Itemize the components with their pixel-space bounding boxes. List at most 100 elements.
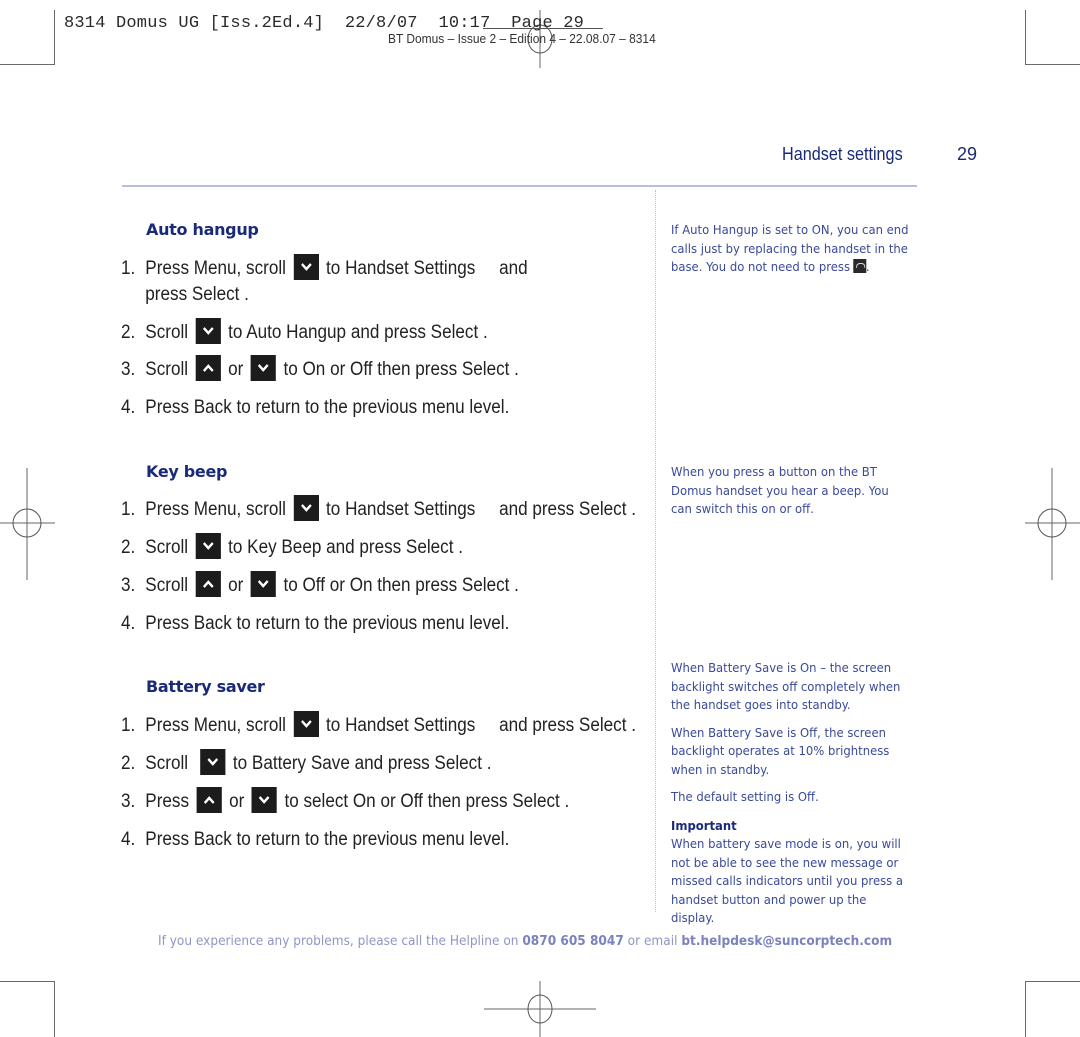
note-text: When Battery Save is Off, the screen bac…	[671, 724, 890, 777]
important-label: Important	[671, 817, 737, 833]
step-1: 1. Press Menu, scroll to Handset Settings…	[121, 711, 636, 739]
scroll-down-key-icon	[293, 495, 319, 521]
step-number: 4.	[121, 613, 136, 634]
step-4: 4. Press Back to return to the previous m…	[121, 827, 509, 853]
page-number: 29	[957, 144, 978, 164]
scroll-up-key-icon	[196, 787, 222, 813]
step-text: to On or Off then press Select .	[283, 359, 519, 381]
step-2: 2. Scroll to Auto Hangup and press Select…	[121, 318, 488, 346]
crop-mark	[54, 981, 55, 1037]
scroll-down-key-icon	[200, 749, 226, 775]
note-text: When Battery Save is On – the screen bac…	[671, 660, 901, 712]
crop-mark	[1025, 981, 1026, 1037]
column-divider	[655, 190, 656, 912]
step-3: 3. Scroll or to On or Off then press Sele…	[121, 355, 519, 383]
crop-mark	[0, 981, 55, 982]
step-text: and press Select .	[499, 499, 636, 521]
step-text: to Battery Save and press Select .	[232, 753, 492, 775]
step-text: to select On or Off then press Select .	[284, 791, 570, 813]
step-text: Press Menu, scroll	[145, 258, 286, 280]
running-section-title: Handset settings	[782, 144, 903, 164]
step-number: 3.	[121, 359, 136, 381]
note-text: If Auto Hangup is set to ON, you can end…	[671, 222, 909, 274]
step-text: or	[228, 575, 244, 597]
step-text: press Select .	[145, 284, 249, 306]
helpdesk-email-link[interactable]: bt.helpdesk@suncorptech.com	[681, 933, 892, 949]
footer-text: If you experience any problems, please c…	[158, 933, 523, 949]
step-number: 2.	[121, 322, 136, 344]
step-1: 1. Press Menu, scroll to Handset Settings…	[121, 495, 636, 523]
step-text: Scroll	[145, 359, 189, 381]
step-text: and	[499, 258, 528, 280]
scroll-down-key-icon	[250, 571, 277, 597]
end-call-key-icon	[852, 259, 866, 273]
step-number: 4.	[121, 829, 136, 850]
scroll-down-key-icon	[251, 787, 277, 813]
step-text: Press Menu, scroll	[145, 715, 286, 737]
step-1: 1. Press Menu, scroll to Handset Settings…	[121, 254, 528, 308]
step-text: Scroll	[145, 322, 189, 344]
print-slug-edition: BT Domus – Issue 2 – Edition 4 – 22.08.0…	[388, 31, 656, 46]
step-text: Press Menu, scroll	[145, 499, 286, 521]
step-4: 4. Press Back to return to the previous m…	[121, 611, 509, 637]
step-2: 2. Scroll to Battery Save and press Selec…	[121, 749, 492, 777]
step-number: 1.	[121, 499, 136, 521]
scroll-down-key-icon	[293, 711, 319, 737]
crop-mark	[54, 10, 55, 65]
note-text: When you press a button on the BT Domus …	[671, 464, 889, 516]
scroll-down-key-icon	[293, 254, 319, 280]
step-text: to Handset Settings	[326, 499, 476, 521]
step-text: to Key Beep and press Select .	[228, 537, 463, 559]
crop-mark	[1025, 981, 1080, 982]
side-note-battery-saver: When Battery Save is On – the screen bac…	[671, 659, 913, 928]
step-3: 3. Press or to select On or Off then pres…	[121, 787, 570, 815]
step-text: Press Back to return to the previous men…	[145, 829, 510, 850]
side-note-auto-hangup: If Auto Hangup is set to ON, you can end…	[671, 221, 913, 286]
scroll-down-key-icon	[250, 355, 277, 381]
step-4: 4. Press Back to return to the previous m…	[121, 395, 509, 421]
step-text: Scroll	[145, 753, 189, 775]
registration-mark-right	[1025, 468, 1080, 580]
step-number: 3.	[121, 791, 136, 813]
step-text: and press Select .	[499, 715, 636, 737]
step-text: Scroll	[145, 575, 189, 597]
crop-mark	[1025, 64, 1080, 65]
step-text: or	[229, 791, 245, 813]
side-note-key-beep: When you press a button on the BT Domus …	[671, 463, 913, 528]
slug-rule	[483, 28, 603, 29]
step-number: 2.	[121, 753, 136, 775]
section-heading-battery-saver: Battery saver	[146, 677, 265, 696]
step-text: Press Back to return to the previous men…	[145, 397, 510, 418]
step-text: to Auto Hangup and press Select .	[228, 322, 488, 344]
step-text: to Handset Settings	[326, 715, 476, 737]
crop-mark	[0, 64, 55, 65]
scroll-down-key-icon	[195, 318, 221, 344]
important-text: When battery save mode is on, you will n…	[671, 836, 904, 925]
step-number: 1.	[121, 258, 136, 280]
step-text: to Off or On then press Select .	[283, 575, 519, 597]
step-text: Scroll	[145, 537, 189, 559]
step-number: 2.	[121, 537, 136, 559]
scroll-down-key-icon	[195, 533, 221, 559]
step-text: to Handset Settings	[326, 258, 476, 280]
step-text: Press	[145, 791, 190, 813]
note-text: The default setting is Off.	[671, 789, 819, 804]
helpline-phone: 0870 605 8047	[522, 933, 624, 949]
footer-text: or email	[623, 933, 682, 949]
section-heading-key-beep: Key beep	[146, 462, 228, 481]
registration-mark-left	[0, 468, 55, 580]
step-number: 4.	[121, 397, 136, 418]
note-text: .	[865, 259, 870, 274]
scroll-up-key-icon	[195, 355, 221, 381]
step-text: Press Back to return to the previous men…	[145, 613, 510, 634]
registration-mark-bottom	[484, 981, 596, 1037]
header-rule	[122, 185, 917, 187]
section-heading-auto-hangup: Auto hangup	[146, 220, 259, 239]
step-text: or	[228, 359, 244, 381]
scroll-up-key-icon	[195, 571, 221, 597]
crop-mark	[1025, 10, 1026, 65]
step-2: 2. Scroll to Key Beep and press Select .	[121, 533, 463, 561]
step-3: 3. Scroll or to Off or On then press Sele…	[121, 571, 519, 599]
step-number: 1.	[121, 715, 136, 737]
helpline-footer: If you experience any problems, please c…	[158, 933, 892, 949]
